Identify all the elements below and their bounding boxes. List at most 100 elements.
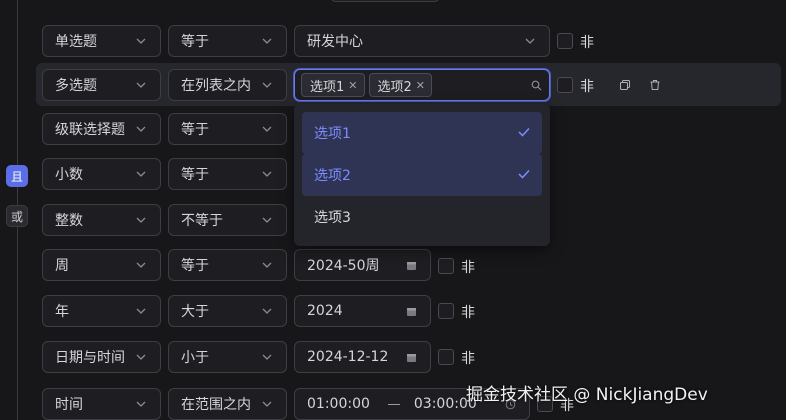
option-label: 选项3	[314, 210, 351, 226]
watermark: 掘金技术社区 @ NickJiangDev	[466, 385, 708, 405]
calendar-icon	[404, 352, 418, 363]
chevron-down-icon	[134, 82, 148, 88]
week-picker-value: 2024-50周	[307, 258, 380, 274]
logic-and-toggle[interactable]: 且	[6, 165, 28, 187]
value-select[interactable]: 研发中心	[294, 25, 550, 57]
operator-select-value: 不等于	[181, 213, 223, 229]
operator-select-value: 等于	[181, 258, 209, 274]
field-select-value: 周	[55, 258, 69, 274]
chevron-down-icon	[523, 38, 537, 44]
year-picker-value: 2024	[307, 303, 343, 319]
value-select-value: 研发中心	[307, 34, 363, 50]
selected-tag: 选项2 ✕	[368, 73, 432, 97]
chevron-down-icon	[260, 217, 274, 223]
chevron-down-icon	[260, 262, 274, 268]
chevron-down-icon	[260, 38, 274, 44]
field-select-value: 小数	[55, 167, 83, 183]
tag-label: 选项2	[377, 79, 412, 95]
chevron-down-icon	[260, 401, 274, 407]
operator-select[interactable]: 小于	[168, 341, 287, 373]
chevron-down-icon	[260, 171, 274, 177]
operator-select[interactable]: 等于	[168, 158, 287, 190]
not-label: 非	[461, 305, 475, 321]
operator-select-value: 在列表之内	[181, 78, 251, 94]
field-select-value: 日期与时间	[55, 350, 125, 366]
calendar-icon	[404, 306, 418, 317]
week-picker[interactable]: 2024-50周	[294, 249, 431, 281]
tag-close-icon[interactable]: ✕	[416, 79, 425, 92]
operator-select-value: 在范围之内	[181, 397, 251, 413]
delete-icon[interactable]	[648, 78, 662, 92]
field-select-value: 年	[55, 304, 69, 320]
chevron-down-icon	[134, 171, 148, 177]
tag-close-icon[interactable]: ✕	[348, 79, 357, 92]
dropdown-option[interactable]: 选项3	[302, 196, 542, 238]
not-label: 非	[461, 260, 475, 276]
field-select[interactable]: 日期与时间	[42, 341, 161, 373]
partial-control-top[interactable]	[330, 0, 440, 2]
option-label: 选项1	[314, 126, 351, 142]
chevron-down-icon	[260, 308, 274, 314]
field-select-value: 级联选择题	[55, 122, 125, 138]
chevron-down-icon	[260, 82, 274, 88]
operator-select[interactable]: 在范围之内	[168, 388, 287, 420]
chevron-down-icon	[134, 38, 148, 44]
search-icon	[529, 80, 543, 91]
field-select[interactable]: 周	[42, 249, 161, 281]
not-checkbox[interactable]	[557, 77, 573, 93]
field-select-value: 时间	[55, 397, 83, 413]
chevron-down-icon	[260, 354, 274, 360]
selected-tag: 选项1 ✕	[301, 73, 365, 97]
chevron-down-icon	[260, 126, 274, 132]
field-select[interactable]: 时间	[42, 388, 161, 420]
chevron-down-icon	[134, 354, 148, 360]
field-select[interactable]: 整数	[42, 204, 161, 236]
operator-select[interactable]: 等于	[168, 113, 287, 145]
check-icon	[518, 125, 530, 141]
time-start-value: 01:00:00	[307, 396, 370, 412]
chevron-down-icon	[134, 401, 148, 407]
field-select-value: 多选题	[55, 78, 97, 94]
field-select[interactable]: 多选题	[42, 69, 161, 101]
logic-or-toggle[interactable]: 或	[6, 205, 28, 227]
operator-select-value: 大于	[181, 304, 209, 320]
operator-select-value: 小于	[181, 350, 209, 366]
operator-select[interactable]: 不等于	[168, 204, 287, 236]
date-time-picker-value: 2024-12-12	[307, 349, 389, 365]
operator-select[interactable]: 在列表之内	[168, 69, 287, 101]
field-select[interactable]: 单选题	[42, 25, 161, 57]
chevron-down-icon	[134, 217, 148, 223]
dropdown-option[interactable]: 选项1	[302, 112, 542, 154]
not-checkbox[interactable]	[438, 258, 454, 274]
tag-label: 选项1	[310, 79, 345, 95]
option-label: 选项2	[314, 168, 351, 184]
operator-select[interactable]: 等于	[168, 25, 287, 57]
not-checkbox[interactable]	[557, 33, 573, 49]
operator-select[interactable]: 等于	[168, 249, 287, 281]
field-select-value: 单选题	[55, 34, 97, 50]
field-select[interactable]: 小数	[42, 158, 161, 190]
field-select-value: 整数	[55, 213, 83, 229]
operator-select[interactable]: 大于	[168, 295, 287, 327]
not-label: 非	[580, 79, 594, 95]
not-checkbox[interactable]	[438, 303, 454, 319]
calendar-icon	[404, 260, 418, 271]
field-select[interactable]: 年	[42, 295, 161, 327]
chevron-down-icon	[134, 308, 148, 314]
operator-select-value: 等于	[181, 122, 209, 138]
date-time-picker[interactable]: 2024-12-12	[294, 341, 431, 373]
multi-select-dropdown: 选项1 选项2 选项3	[294, 104, 550, 246]
check-icon	[518, 167, 530, 183]
chevron-down-icon	[134, 262, 148, 268]
copy-icon[interactable]	[618, 78, 632, 92]
multi-select-input[interactable]: 选项1 ✕ 选项2 ✕	[294, 69, 550, 101]
year-picker[interactable]: 2024	[294, 295, 431, 327]
not-label: 非	[461, 351, 475, 367]
chevron-down-icon	[134, 126, 148, 132]
range-separator	[387, 403, 400, 405]
not-checkbox[interactable]	[438, 349, 454, 365]
dropdown-option[interactable]: 选项2	[302, 154, 542, 196]
operator-select-value: 等于	[181, 34, 209, 50]
field-select[interactable]: 级联选择题	[42, 113, 161, 145]
not-label: 非	[580, 35, 594, 51]
